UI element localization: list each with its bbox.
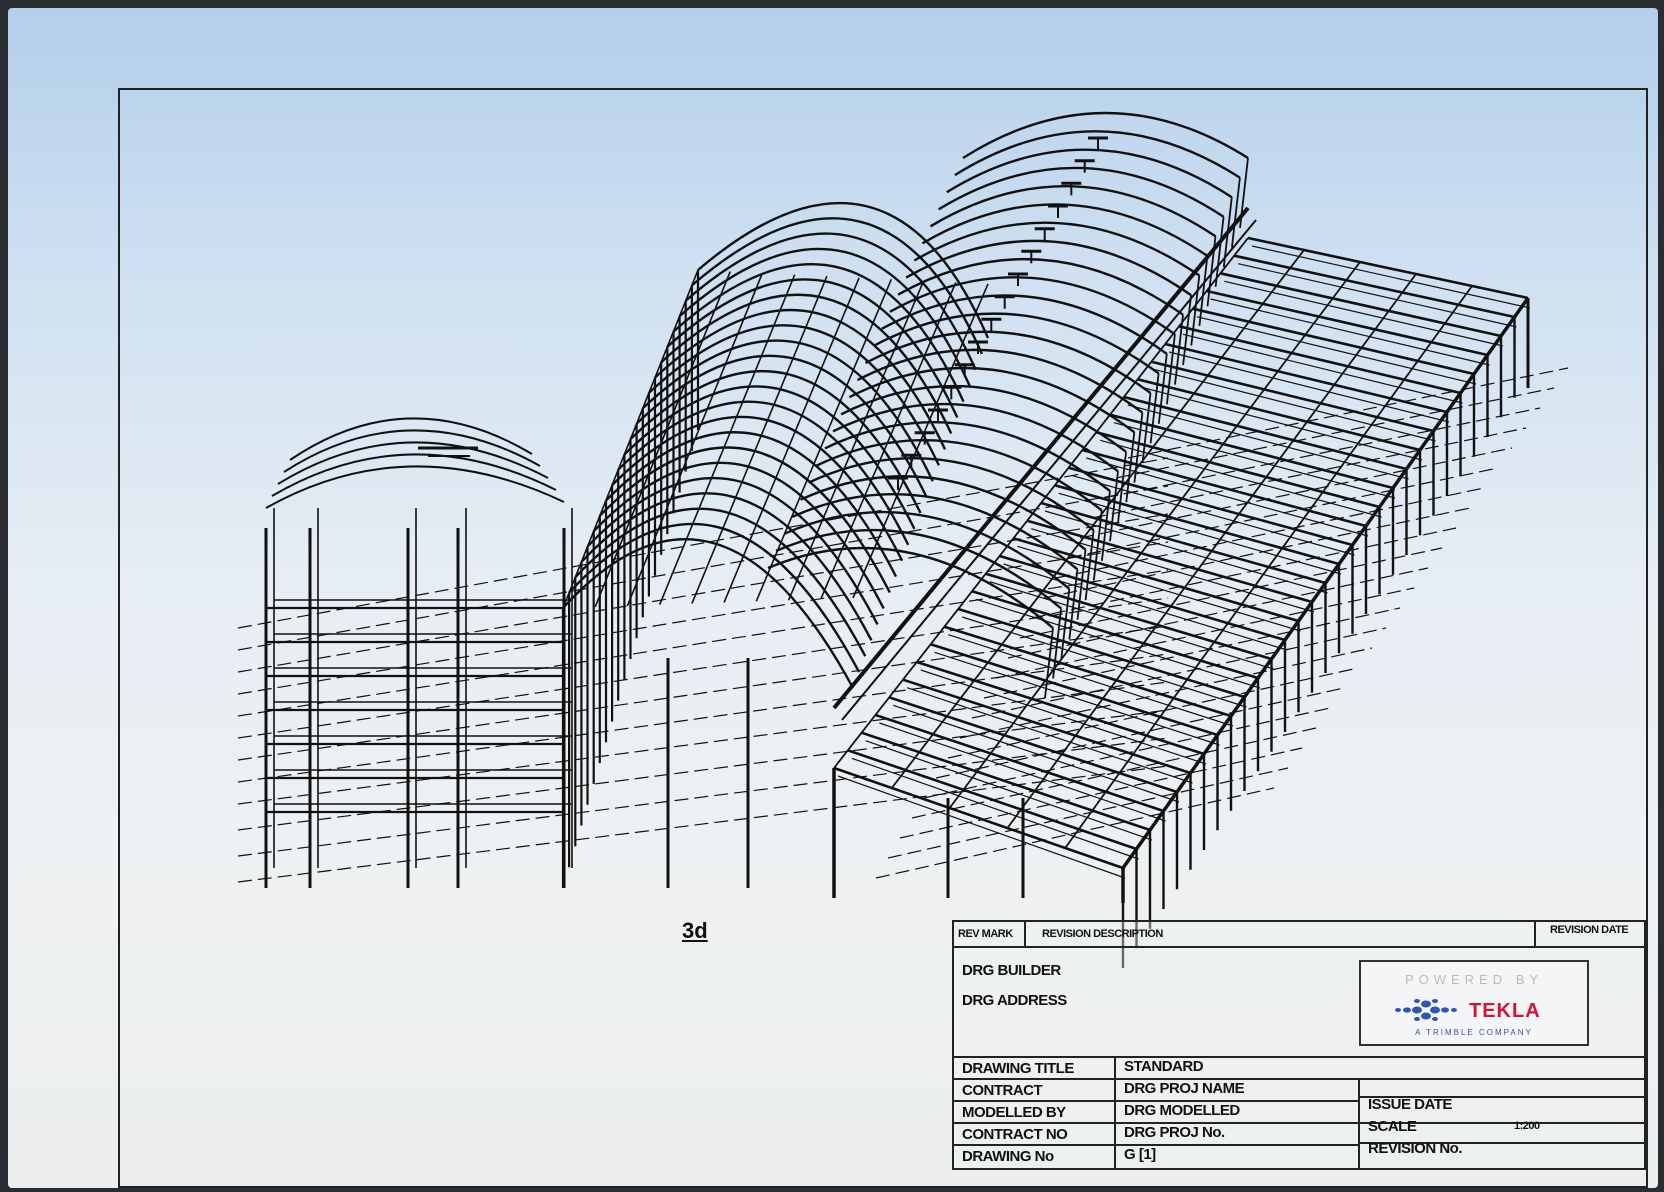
scale-value: 1:200 bbox=[1514, 1120, 1540, 1132]
rev-mark-label: REV MARK bbox=[958, 928, 1013, 940]
logo-subtitle: A TRIMBLE COMPANY bbox=[1415, 1028, 1533, 1037]
contract-label: CONTRACT bbox=[962, 1082, 1043, 1099]
drawing-no-value: G [1] bbox=[1124, 1146, 1156, 1163]
revision-description-label: REVISION DESCRIPTION bbox=[1042, 928, 1163, 940]
modelled-by-label: MODELLED BY bbox=[962, 1104, 1066, 1121]
contract-no-value: DRG PROJ No. bbox=[1124, 1124, 1225, 1141]
revision-date-label: REVISION DATE bbox=[1550, 924, 1629, 936]
monitor-screen: 3d REV MARK REVISION DESCRIPTION REVISIO… bbox=[8, 8, 1658, 1188]
title-block: REV MARK REVISION DESCRIPTION REVISION D… bbox=[952, 920, 1646, 1170]
logo-powered-by: POWERED BY bbox=[1404, 972, 1544, 987]
issue-date-label: ISSUE DATE bbox=[1368, 1096, 1452, 1113]
builder-address: DRG ADDRESS bbox=[962, 992, 1067, 1009]
revision-no-label: REVISION No. bbox=[1368, 1140, 1463, 1157]
drawing-no-label: DRAWING No bbox=[962, 1148, 1054, 1165]
scale-label: SCALE bbox=[1368, 1118, 1417, 1135]
tekla-logo: POWERED BY TEKLA A TRIMBLE COMPANY bbox=[1359, 960, 1589, 1046]
drawing-title-label: DRAWING TITLE bbox=[962, 1060, 1074, 1077]
builder-name: DRG BUILDER bbox=[962, 962, 1061, 979]
contract-value: DRG PROJ NAME bbox=[1124, 1080, 1245, 1097]
tekla-flower-icon bbox=[1395, 999, 1457, 1021]
view-label: 3d bbox=[682, 918, 708, 943]
logo-brand: TEKLA bbox=[1469, 1000, 1541, 1022]
drawing-title-value: STANDARD bbox=[1124, 1058, 1204, 1075]
contract-no-label: CONTRACT NO bbox=[962, 1126, 1068, 1143]
modelled-by-value: DRG MODELLED bbox=[1124, 1102, 1240, 1119]
